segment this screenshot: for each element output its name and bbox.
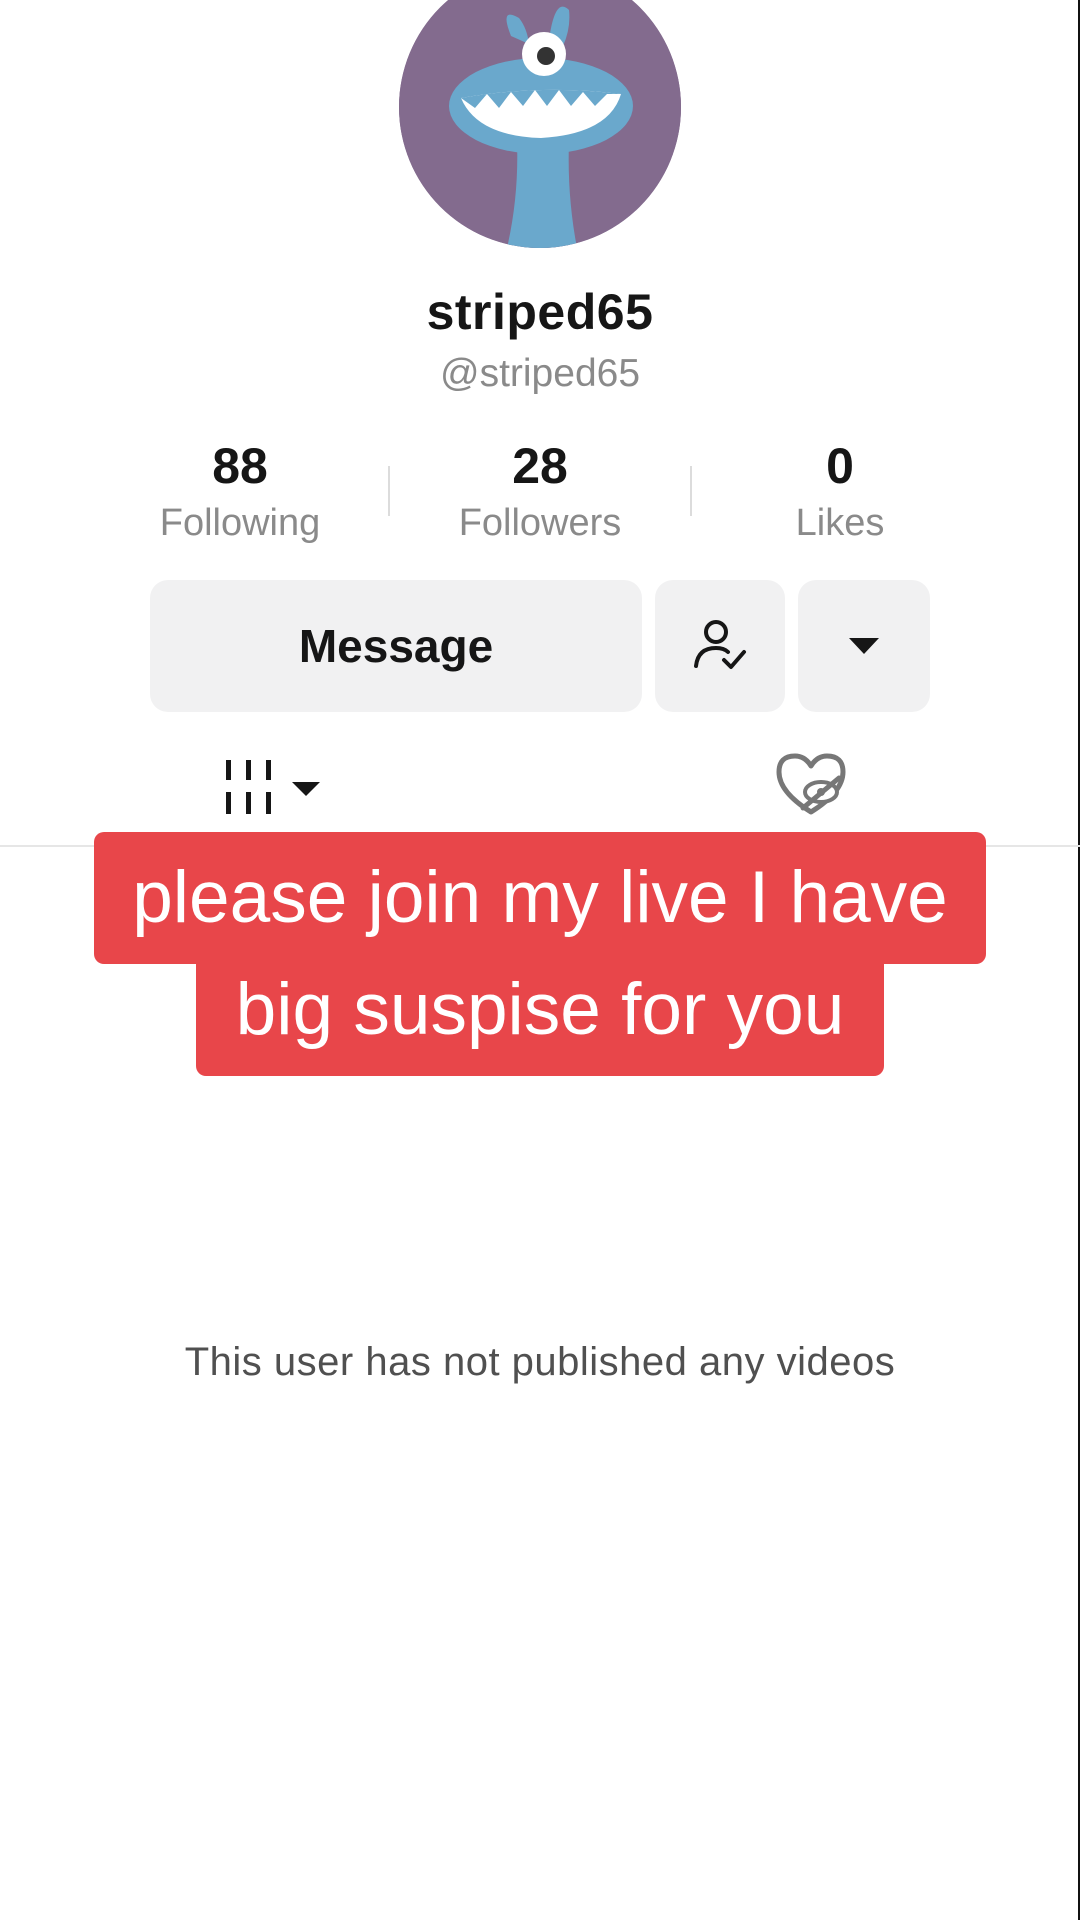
display-name: striped65	[426, 284, 654, 340]
stat-following[interactable]: 88 Following	[130, 436, 350, 550]
profile-page: striped65 @striped65 88 Following 28 Fol…	[0, 0, 1080, 1920]
hidden-heart-icon	[776, 753, 846, 815]
empty-state-message: This user has not published any videos	[184, 1340, 896, 1384]
followed-button[interactable]	[655, 580, 785, 712]
following-label: Following	[159, 502, 321, 544]
grid-dropdown-icon	[226, 760, 320, 814]
followers-count: 28	[512, 438, 568, 494]
likes-count: 0	[826, 438, 854, 494]
more-options-button[interactable]	[798, 580, 930, 712]
stat-divider	[388, 466, 390, 516]
avatar[interactable]	[399, 0, 681, 248]
stat-divider	[690, 466, 692, 516]
message-button[interactable]: Message	[150, 580, 642, 712]
monster-avatar-icon	[399, 0, 681, 248]
person-check-icon	[694, 620, 746, 669]
username-handle: @striped65	[439, 352, 641, 395]
likes-label: Likes	[795, 502, 885, 544]
followers-label: Followers	[458, 502, 622, 544]
stat-likes[interactable]: 0 Likes	[730, 436, 950, 550]
following-count: 88	[212, 438, 268, 494]
tab-videos[interactable]	[224, 758, 324, 816]
overlay-caption-line-1: please join my live I have	[94, 832, 986, 964]
tab-liked-videos[interactable]	[773, 752, 849, 818]
caret-down-icon	[849, 638, 879, 654]
stat-followers[interactable]: 28 Followers	[430, 436, 650, 550]
